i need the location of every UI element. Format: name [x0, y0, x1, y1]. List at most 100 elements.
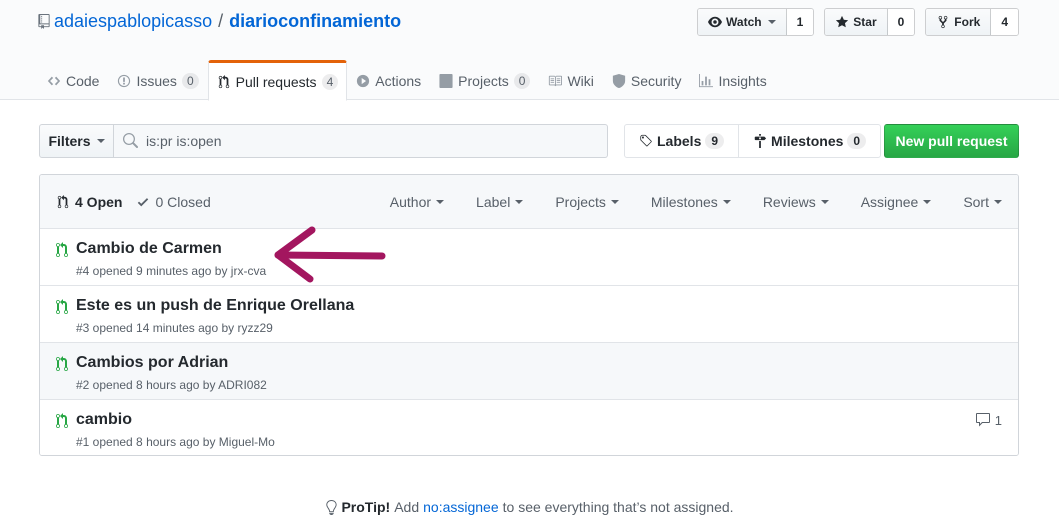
code-icon — [47, 76, 61, 86]
chevron-down-icon — [610, 200, 619, 204]
pull-request-row[interactable]: Cambios por Adrian #2 opened 8 hours ago… — [40, 343, 1018, 400]
repo-name-link[interactable]: diarioconfinamiento — [229, 11, 401, 32]
star-count[interactable]: 0 — [887, 9, 915, 35]
menu-label: Assignee — [860, 194, 919, 210]
lightbulb-icon — [326, 499, 338, 515]
projects-menu[interactable]: Projects — [555, 194, 619, 210]
play-icon — [357, 74, 370, 88]
tab-counter: 0 — [181, 73, 199, 89]
chevron-down-icon — [515, 200, 524, 204]
pull-request-icon — [218, 74, 229, 88]
label-menu[interactable]: Label — [476, 194, 524, 210]
protip-strong: ProTip! — [341, 499, 391, 515]
pull-request-title[interactable]: Cambios por Adrian — [76, 354, 228, 372]
pull-request-meta: #2 opened 8 hours ago by ADRI082 — [76, 378, 267, 392]
filters-button[interactable]: Filters — [39, 124, 114, 158]
tab-actions[interactable]: Actions — [347, 60, 430, 100]
project-icon — [439, 74, 453, 88]
no-assignee-link[interactable]: no:assignee — [423, 499, 499, 515]
comment-count: 1 — [994, 412, 1002, 428]
tab-label: Wiki — [567, 73, 594, 89]
closed-filter[interactable]: 0 Closed — [136, 194, 211, 210]
fork-count[interactable]: 4 — [991, 9, 1018, 35]
star-group: Star 0 — [824, 8, 916, 36]
repo-owner-link[interactable]: adaiespablopicasso — [54, 11, 212, 32]
watch-count[interactable]: 1 — [786, 9, 814, 35]
open-pull-request-icon — [56, 356, 68, 371]
book-icon — [549, 75, 563, 87]
filters-label: Filters — [48, 133, 91, 149]
protip: ProTip! Add no:assignee to see everythin… — [0, 499, 1059, 515]
milestone-icon — [754, 134, 767, 148]
pull-request-list: 4 Open 0 Closed Author Label Projects Mi… — [39, 174, 1019, 456]
fork-icon — [938, 15, 948, 29]
open-filter[interactable]: 4 Open — [56, 194, 122, 210]
fork-button[interactable]: Fork — [926, 9, 992, 35]
repo-actions: Watch 1 Star 0 Fork 4 — [697, 8, 1019, 36]
tab-pull-requests[interactable]: Pull requests 4 — [207, 60, 348, 101]
menu-label: Milestones — [650, 194, 718, 210]
search-value: is:pr is:open — [146, 133, 222, 149]
check-icon — [138, 198, 149, 207]
chevron-down-icon — [96, 139, 105, 143]
comment-icon — [975, 413, 990, 427]
tab-wiki[interactable]: Wiki — [539, 60, 602, 100]
tab-issues[interactable]: Issues 0 — [108, 60, 207, 100]
filter-menus: Author Label Projects Milestones Reviews… — [390, 194, 1002, 210]
menu-label: Author — [389, 194, 432, 210]
chevron-down-icon — [767, 20, 776, 24]
path-separator: / — [218, 11, 224, 31]
search-icon — [123, 133, 138, 148]
star-icon — [836, 15, 849, 28]
pull-request-meta: #1 opened 8 hours ago by Miguel-Mo — [76, 435, 275, 449]
menu-label: Label — [476, 194, 511, 210]
star-button[interactable]: Star — [825, 9, 888, 35]
pull-request-row[interactable]: Cambio de Carmen #4 opened 9 minutes ago… — [40, 229, 1018, 286]
watch-button[interactable]: Watch — [698, 9, 787, 35]
tab-insights[interactable]: Insights — [690, 60, 775, 100]
tab-code[interactable]: Code — [38, 60, 108, 100]
tab-label: Security — [630, 73, 682, 89]
tab-label: Projects — [458, 73, 509, 89]
comments-link[interactable]: 1 — [975, 412, 1002, 428]
chevron-down-icon — [436, 200, 445, 204]
open-pull-request-icon — [56, 299, 68, 314]
tag-icon — [640, 134, 652, 147]
watch-label: Watch — [726, 15, 762, 29]
star-label: Star — [853, 15, 877, 29]
assignee-menu[interactable]: Assignee — [861, 194, 932, 210]
author-menu[interactable]: Author — [389, 194, 445, 210]
repo-tabs: Code Issues 0 Pull requests 4 Actions Pr… — [38, 60, 776, 101]
sort-menu[interactable]: Sort — [963, 194, 1002, 210]
protip-after: to see everything that’s not assigned. — [502, 499, 734, 515]
fork-label: Fork — [954, 15, 981, 29]
new-pull-request-button[interactable]: New pull request — [884, 124, 1019, 158]
labels-counter: 9 — [705, 133, 725, 149]
pull-request-row[interactable]: cambio #1 opened 8 hours ago by Miguel-M… — [40, 400, 1018, 455]
menu-label: Reviews — [762, 194, 816, 210]
pull-request-row[interactable]: Este es un push de Enrique Orellana #3 o… — [40, 286, 1018, 343]
search-input[interactable]: is:pr is:open — [114, 124, 608, 158]
labels-milestones-group: Labels 9 Milestones 0 — [624, 124, 882, 158]
milestones-button[interactable]: Milestones 0 — [738, 125, 880, 157]
labels-button[interactable]: Labels 9 — [625, 125, 738, 157]
pull-request-title[interactable]: Este es un push de Enrique Orellana — [76, 297, 354, 315]
tab-security[interactable]: Security — [603, 60, 691, 100]
pull-request-icon — [57, 195, 69, 209]
milestones-counter: 0 — [847, 133, 867, 149]
tab-projects[interactable]: Projects 0 — [430, 60, 539, 100]
menu-label: Projects — [555, 194, 606, 210]
chevron-down-icon — [820, 200, 829, 204]
milestones-menu[interactable]: Milestones — [651, 194, 731, 210]
milestones-label: Milestones — [771, 133, 844, 149]
protip-before: Add — [394, 499, 420, 515]
repo-title: adaiespablopicasso / diarioconfinamiento — [38, 11, 401, 32]
fork-group: Fork 4 — [925, 8, 1019, 36]
state-toggles: 4 Open 0 Closed — [56, 194, 211, 210]
pull-request-title[interactable]: cambio — [76, 411, 132, 429]
pull-request-title[interactable]: Cambio de Carmen — [76, 240, 222, 258]
tab-label: Insights — [718, 73, 767, 89]
chevron-down-icon — [994, 200, 1002, 204]
reviews-menu[interactable]: Reviews — [763, 194, 829, 210]
open-pull-request-icon — [56, 242, 68, 257]
